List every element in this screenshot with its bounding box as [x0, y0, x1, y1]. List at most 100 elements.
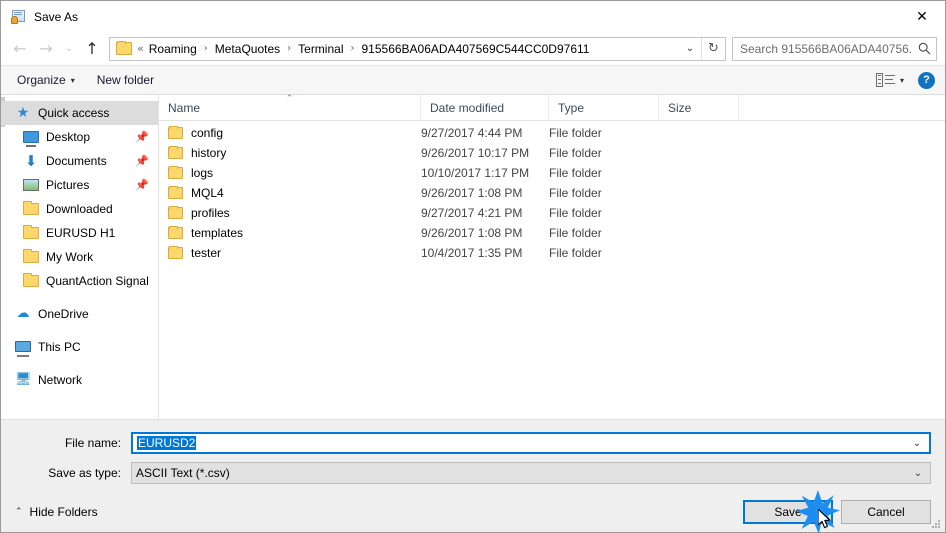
file-name-input[interactable]: EURUSD2 ⌄ [131, 432, 931, 454]
onedrive-icon: ☁ [16, 306, 30, 321]
pin-icon: 📌 [135, 178, 149, 192]
organize-button[interactable]: Organize ▾ [17, 73, 75, 87]
pin-icon: 📌 [135, 130, 149, 144]
command-toolbar: Organize ▾ New folder ▾ ? [1, 65, 945, 95]
organize-label: Organize [17, 73, 66, 87]
save-button[interactable]: Save [743, 500, 833, 524]
save-as-dialog: Save As ✕ ← → ⌄ ↑ « Roaming › MetaQuotes… [0, 0, 946, 533]
chevron-right-icon: › [287, 43, 292, 54]
table-row[interactable]: MQL4 9/26/2017 1:08 PM File folder [159, 183, 945, 203]
chevron-right-icon: › [203, 43, 208, 54]
breadcrumb-item-terminal[interactable]: Terminal [295, 42, 346, 56]
sidebar-item-documents[interactable]: ⬇ Documents 📌 [1, 149, 158, 173]
table-row[interactable]: history 9/26/2017 10:17 PM File folder [159, 143, 945, 163]
sidebar-item-desktop[interactable]: Desktop 📌 [1, 125, 158, 149]
new-folder-button[interactable]: New folder [97, 73, 154, 87]
resize-grip[interactable] [931, 519, 941, 529]
view-options-icon[interactable] [875, 73, 895, 87]
navigation-pane: ★ Quick access Desktop 📌 ⬇ Documents 📌 P… [1, 95, 159, 419]
folder-icon [23, 225, 39, 241]
file-name-value: EURUSD2 [137, 436, 197, 450]
folder-icon [168, 146, 183, 159]
desktop-icon [23, 129, 39, 145]
sidebar-item-label: Quick access [38, 106, 110, 120]
file-date: 9/26/2017 1:08 PM [421, 226, 523, 240]
column-header-date-modified[interactable]: Date modified [421, 95, 549, 120]
chevron-down-icon[interactable]: ⌄ [679, 38, 701, 60]
star-icon: ★ [16, 105, 30, 121]
action-row: ⌃ Hide Folders Save Cancel [15, 500, 931, 524]
close-icon[interactable]: ✕ [899, 1, 945, 32]
file-name: templates [191, 226, 244, 240]
sidebar-item-quantaction-signal[interactable]: QuantAction Signal [1, 269, 158, 293]
column-label: Name [168, 100, 201, 115]
file-name: logs [191, 166, 214, 180]
column-header-row: ⌃ Name Date modified Type Size [159, 94, 945, 121]
sidebar-item-label: EURUSD H1 [46, 226, 116, 240]
search-box[interactable]: Search 915566BA06ADA40756... [732, 36, 937, 61]
sidebar-item-my-work[interactable]: My Work [1, 245, 158, 269]
sidebar-item-pictures[interactable]: Pictures 📌 [1, 173, 158, 197]
recent-locations-button[interactable]: ⌄ [59, 36, 79, 62]
pictures-icon [23, 177, 39, 193]
sidebar-item-this-pc[interactable]: This PC [1, 335, 158, 359]
table-row[interactable]: profiles 9/27/2017 4:21 PM File folder [159, 203, 945, 223]
sidebar-item-label: This PC [38, 340, 81, 354]
hide-folders-button[interactable]: ⌃ Hide Folders [15, 505, 98, 519]
breadcrumb-item-metaquotes[interactable]: MetaQuotes [212, 42, 283, 56]
folder-icon [168, 226, 183, 239]
file-name: profiles [191, 206, 230, 220]
file-date: 10/10/2017 1:17 PM [421, 166, 530, 180]
help-button[interactable]: ? [918, 71, 935, 89]
table-row[interactable]: logs 10/10/2017 1:17 PM File folder [159, 163, 945, 183]
file-name: config [191, 126, 224, 140]
sidebar-item-eurusd-h1[interactable]: EURUSD H1 [1, 221, 158, 245]
up-button[interactable]: ↑ [79, 36, 105, 62]
file-name: MQL4 [191, 186, 224, 200]
sort-ascending-icon: ⌃ [285, 94, 294, 104]
file-date: 9/26/2017 10:17 PM [421, 146, 530, 160]
cancel-button[interactable]: Cancel [841, 500, 931, 524]
dialog-body: ★ Quick access Desktop 📌 ⬇ Documents 📌 P… [1, 94, 945, 419]
column-header-size[interactable]: Size [659, 95, 739, 120]
table-row[interactable]: config 9/27/2017 4:44 PM File folder [159, 123, 945, 143]
table-row[interactable]: tester 10/4/2017 1:35 PM File folder [159, 243, 945, 263]
sidebar-item-network[interactable]: 🖥 Network [1, 368, 158, 392]
chevron-down-icon[interactable]: ⌄ [906, 468, 930, 479]
sidebar-item-onedrive[interactable]: ☁ OneDrive [1, 302, 158, 326]
save-form-pane: File name: EURUSD2 ⌄ Save as type: ASCII… [1, 419, 945, 532]
file-date: 10/4/2017 1:35 PM [421, 246, 523, 260]
back-button[interactable]: ← [7, 36, 33, 62]
hide-folders-label: Hide Folders [29, 505, 98, 519]
view-chevron-down-icon[interactable]: ▾ [900, 76, 904, 85]
forward-button[interactable]: → [33, 36, 59, 62]
navigation-bar: ← → ⌄ ↑ « Roaming › MetaQuotes › Termina… [1, 32, 945, 65]
sidebar-item-downloaded[interactable]: Downloaded [1, 197, 158, 221]
file-date: 9/27/2017 4:44 PM [421, 126, 523, 140]
sidebar-item-label: Documents [46, 154, 107, 168]
breadcrumb-item-roaming[interactable]: Roaming [146, 42, 200, 56]
column-header-name[interactable]: ⌃ Name [159, 94, 421, 120]
chevron-right-icon: › [350, 43, 355, 54]
table-row[interactable]: templates 9/26/2017 1:08 PM File folder [159, 223, 945, 243]
breadcrumb-item-instance[interactable]: 915566BA06ADA407569C544CC0D97611 [359, 42, 593, 56]
refresh-icon[interactable]: ↻ [701, 37, 725, 60]
folder-icon [116, 41, 132, 55]
file-type: File folder [549, 226, 602, 240]
sidebar-item-label: Desktop [46, 130, 91, 144]
save-as-type-select[interactable]: ASCII Text (*.csv) ⌄ [131, 462, 931, 484]
address-bar[interactable]: « Roaming › MetaQuotes › Terminal › 9155… [109, 36, 726, 61]
folder-icon [168, 206, 183, 219]
chevron-up-icon: ⌃ [15, 507, 23, 517]
file-type: File folder [549, 186, 602, 200]
file-list-pane: ⌃ Name Date modified Type Size config 9/… [159, 94, 945, 419]
breadcrumb-overflow[interactable]: « [137, 42, 146, 55]
chevron-down-icon[interactable]: ⌄ [905, 438, 929, 449]
file-type: File folder [549, 246, 602, 260]
search-input[interactable]: Search 915566BA06ADA40756... [733, 42, 913, 56]
save-as-type-value: ASCII Text (*.csv) [136, 466, 230, 480]
file-name-label: File name: [64, 436, 121, 450]
column-header-type[interactable]: Type [549, 95, 659, 120]
sidebar-item-quick-access[interactable]: ★ Quick access [1, 101, 158, 125]
save-as-type-label: Save as type: [48, 466, 121, 480]
